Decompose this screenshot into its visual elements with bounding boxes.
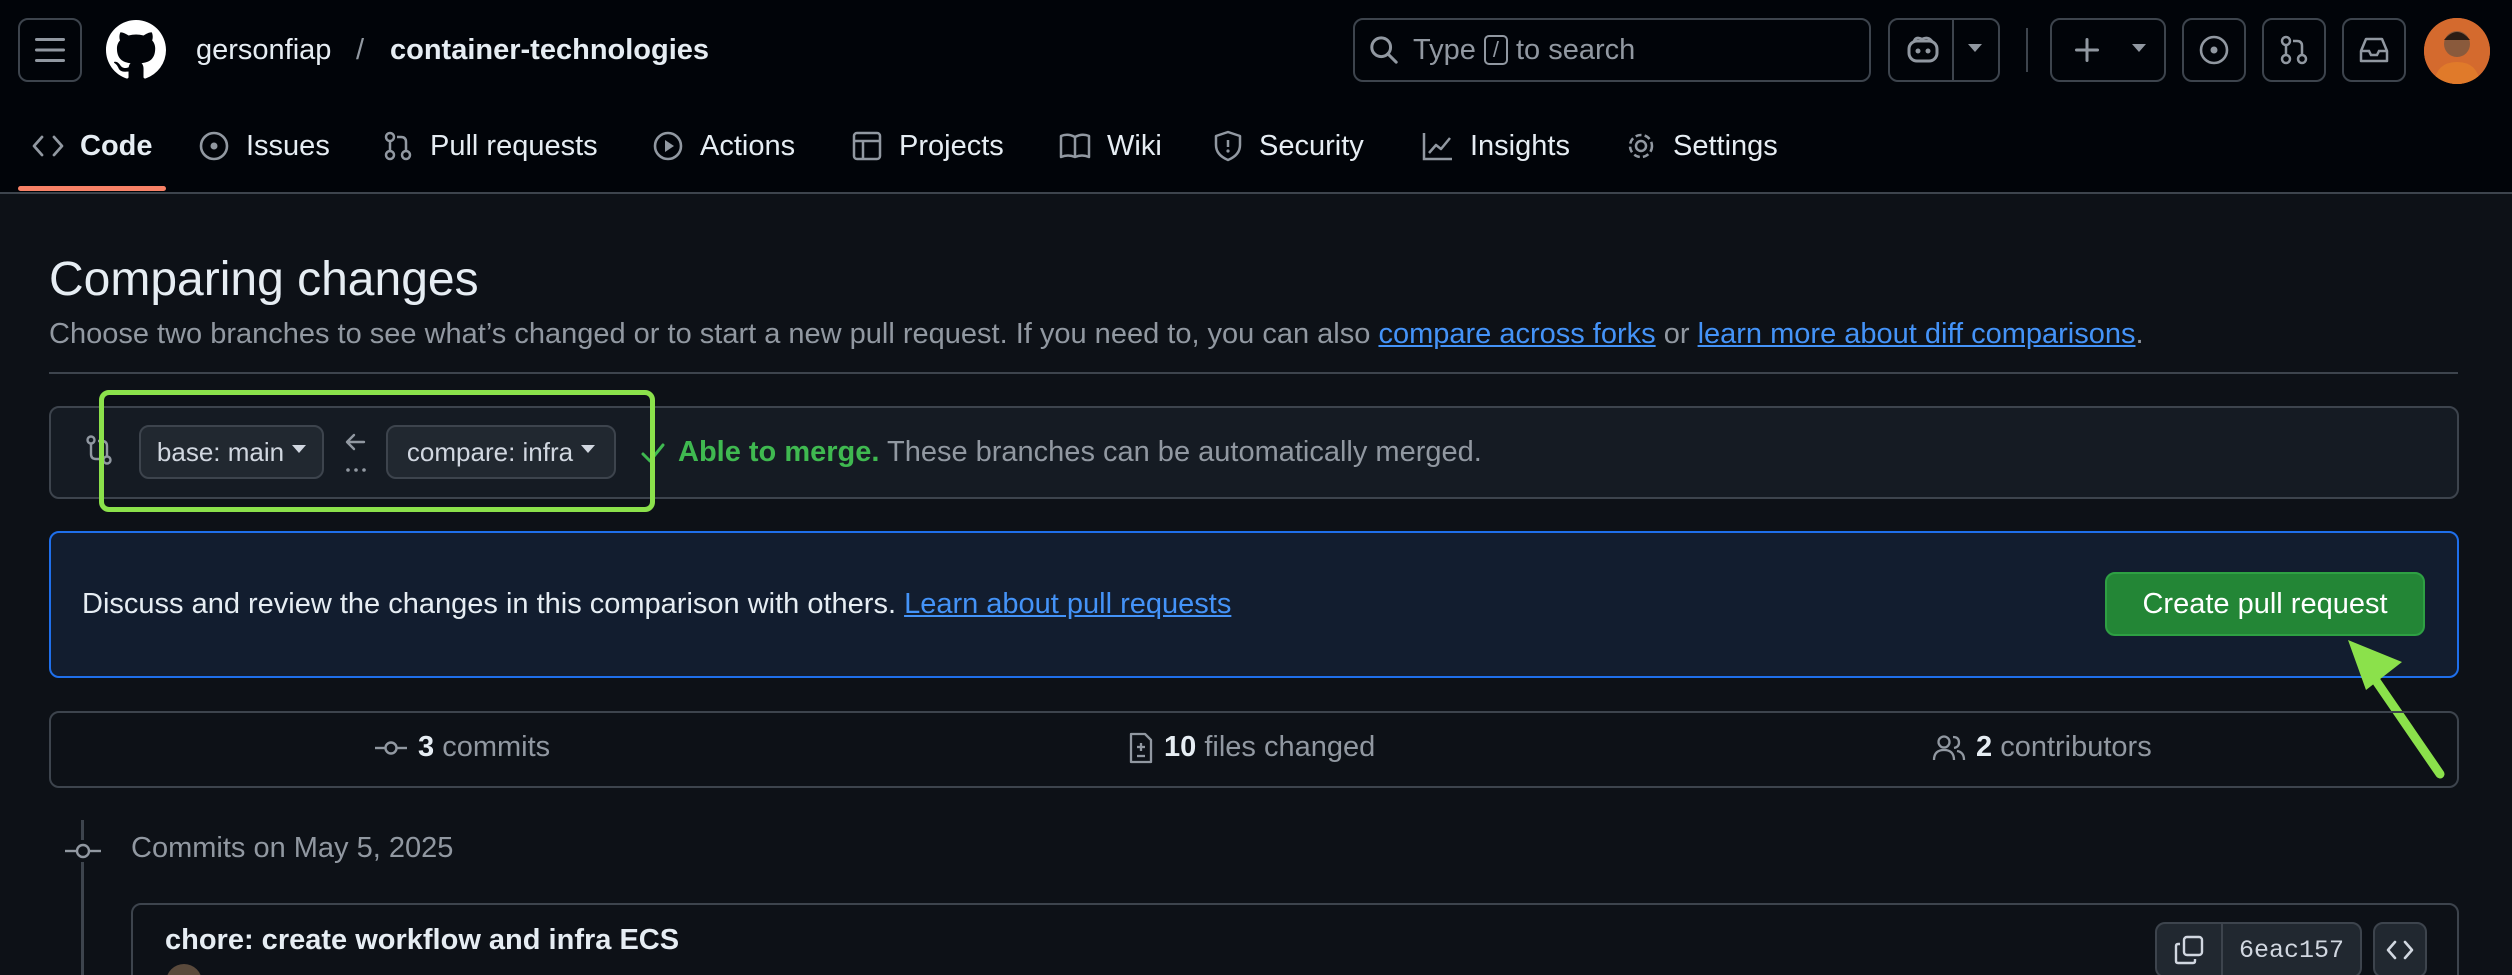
inbox-icon xyxy=(2359,37,2389,63)
people-icon xyxy=(1932,734,1966,760)
inbox-button[interactable] xyxy=(2342,18,2406,82)
files-number: 10 xyxy=(1164,731,1197,763)
code-icon xyxy=(2386,940,2414,960)
page-description: Choose two branches to see what’s change… xyxy=(49,318,2144,351)
tab-pull-requests[interactable]: Pull requests xyxy=(382,100,598,192)
pull-requests-button[interactable] xyxy=(2262,18,2326,82)
tab-settings[interactable]: Settings xyxy=(1625,100,1778,192)
contributors-number: 2 xyxy=(1976,731,1993,763)
search-icon xyxy=(1370,36,1398,64)
tab-label: Wiki xyxy=(1107,129,1162,162)
page-title: Comparing changes xyxy=(49,253,479,306)
search-placeholder-suffix: to search xyxy=(1516,33,1636,66)
tab-label: Settings xyxy=(1673,129,1778,162)
tab-label: Projects xyxy=(899,129,1004,162)
branch-selector-highlight xyxy=(99,390,655,512)
commits-number: 3 xyxy=(418,731,435,763)
copy-sha-button[interactable] xyxy=(2157,924,2221,975)
search-input[interactable]: Type / to search xyxy=(1353,18,1871,82)
contributors-count[interactable]: 2 contributors xyxy=(1932,731,2152,764)
commits-label: commits xyxy=(442,731,551,763)
issue-opened-icon xyxy=(199,131,229,161)
breadcrumb-repo[interactable]: container-technologies xyxy=(390,30,709,70)
shield-icon xyxy=(1214,130,1242,162)
git-pull-request-icon xyxy=(384,131,412,161)
tab-label: Actions xyxy=(700,129,796,162)
tab-issues[interactable]: Issues xyxy=(198,100,330,192)
issues-button[interactable] xyxy=(2182,18,2246,82)
gear-icon xyxy=(1628,133,1654,159)
tab-label: Security xyxy=(1259,129,1364,162)
tab-security[interactable]: Security xyxy=(1213,100,1364,192)
avatar[interactable] xyxy=(2424,18,2490,84)
create-new-button[interactable] xyxy=(2050,18,2166,82)
description-text: Choose two branches to see what’s change… xyxy=(49,318,1371,350)
tab-projects[interactable]: Projects xyxy=(851,100,1004,192)
tab-actions[interactable]: Actions xyxy=(652,100,795,192)
tab-label: Pull requests xyxy=(430,129,598,162)
tab-label: Insights xyxy=(1470,129,1570,162)
file-diff-icon xyxy=(1129,732,1153,763)
merge-status-label: Able to merge. xyxy=(678,436,880,468)
active-tab-indicator xyxy=(18,186,166,191)
tab-label: Issues xyxy=(246,129,330,162)
copy-icon xyxy=(2174,935,2204,965)
merge-status: Able to merge. These branches can be aut… xyxy=(678,436,1482,469)
issue-opened-icon xyxy=(2199,35,2229,65)
menu-button[interactable] xyxy=(18,18,82,82)
contributors-label: contributors xyxy=(2000,731,2152,763)
github-logo-icon[interactable] xyxy=(106,20,166,80)
tab-label: Code xyxy=(80,129,153,162)
create-pull-request-button[interactable]: Create pull request xyxy=(2105,572,2425,636)
description-end: . xyxy=(2135,318,2144,350)
commit-actions: 6eac157 xyxy=(2155,922,2363,975)
chevron-down-icon xyxy=(1968,44,1982,52)
play-icon xyxy=(653,131,683,161)
git-commit-icon xyxy=(64,840,102,862)
merge-status-description: These branches can be automatically merg… xyxy=(886,436,1482,468)
compare-across-forks-link[interactable]: compare across forks xyxy=(1378,318,1655,350)
copilot-icon xyxy=(1907,36,1939,63)
hamburger-icon xyxy=(35,38,65,62)
table-icon xyxy=(852,131,882,161)
files-label: files changed xyxy=(1204,731,1376,763)
chevron-down-icon xyxy=(2132,44,2146,52)
learn-diff-comparisons-link[interactable]: learn more about diff comparisons xyxy=(1698,318,2136,350)
files-changed-count[interactable]: 10 files changed xyxy=(1128,731,1375,764)
divider xyxy=(49,372,2458,374)
banner-text: Discuss and review the changes in this c… xyxy=(82,588,1231,621)
tab-code[interactable]: Code xyxy=(32,100,153,192)
learn-about-pull-requests-link[interactable]: Learn about pull requests xyxy=(904,588,1231,620)
description-or: or xyxy=(1663,318,1690,350)
breadcrumb-separator: / xyxy=(356,34,365,66)
git-pull-request-icon xyxy=(2280,35,2308,65)
plus-icon xyxy=(2075,38,2099,62)
header-divider xyxy=(2026,28,2028,72)
tab-wiki[interactable]: Wiki xyxy=(1059,100,1162,192)
search-placeholder-prefix: Type xyxy=(1413,33,1476,66)
browse-repository-button[interactable] xyxy=(2373,922,2427,975)
commits-date-header: Commits on May 5, 2025 xyxy=(131,832,454,864)
code-icon xyxy=(32,135,64,157)
git-commit-icon xyxy=(375,740,407,755)
commits-count[interactable]: 3 commits xyxy=(374,731,550,764)
breadcrumb-owner[interactable]: gersonfiap xyxy=(196,30,331,70)
commit-sha-link[interactable]: 6eac157 xyxy=(2221,924,2360,975)
tab-insights[interactable]: Insights xyxy=(1422,100,1570,192)
graph-icon xyxy=(1422,133,1452,161)
banner-description: Discuss and review the changes in this c… xyxy=(82,588,896,620)
search-shortcut-key: / xyxy=(1483,35,1508,65)
commit-message-link[interactable]: chore: create workflow and infra ECS xyxy=(165,924,679,957)
copilot-button[interactable] xyxy=(1888,18,2000,82)
book-icon xyxy=(1059,133,1091,159)
